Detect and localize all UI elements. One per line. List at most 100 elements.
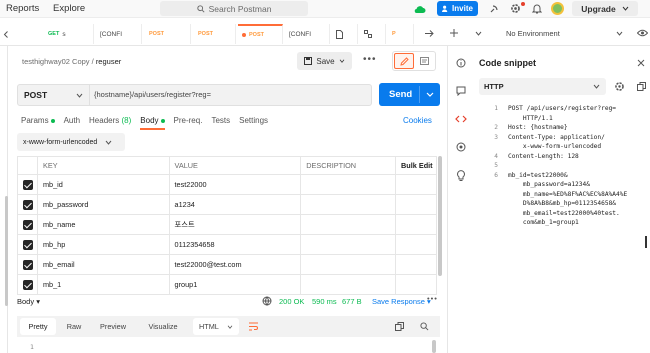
related-collections-icon[interactable]: [456, 142, 466, 152]
wrap-lines-icon[interactable]: [248, 321, 259, 332]
row-checkbox[interactable]: [23, 279, 33, 290]
description-cell[interactable]: [300, 254, 396, 275]
code-icon[interactable]: [455, 114, 467, 124]
tab-raw[interactable]: Raw: [59, 318, 89, 335]
response-body-selector[interactable]: Body ▾: [17, 297, 40, 306]
request-tab[interactable]: [CONFI: [285, 24, 330, 44]
edit-mode-button[interactable]: [394, 53, 414, 69]
tab-tests[interactable]: Tests: [211, 116, 230, 130]
table-scrollbar[interactable]: [438, 156, 442, 276]
save-label: Save: [316, 56, 335, 66]
row-spacer: [394, 194, 438, 215]
info-icon[interactable]: [456, 58, 466, 68]
description-cell[interactable]: [300, 214, 396, 235]
satellite-icon[interactable]: [489, 4, 499, 14]
response-size[interactable]: 677 B: [342, 297, 362, 306]
breadcrumb-collection[interactable]: testhighway02 Copy: [22, 57, 90, 66]
key-cell[interactable]: mb_hp: [36, 234, 170, 255]
tab-visualize[interactable]: Visualize: [139, 318, 187, 335]
tab-settings[interactable]: Settings: [239, 116, 268, 130]
send-button[interactable]: Send: [379, 83, 440, 106]
code-line: 4 Content-Length: 128: [473, 152, 627, 162]
table-row: mb_password a1234: [17, 194, 438, 215]
request-tab[interactable]: POST: [194, 24, 236, 44]
copy-icon[interactable]: [637, 82, 646, 91]
tab-prerequest[interactable]: Pre-req.: [174, 116, 203, 130]
eye-icon[interactable]: [637, 29, 648, 37]
arrow-right-icon[interactable]: [425, 30, 434, 37]
save-response-button[interactable]: Save Response ▾: [372, 297, 431, 306]
snippet-settings-icon[interactable]: [614, 81, 625, 92]
tab-body[interactable]: Body: [140, 116, 165, 130]
description-cell[interactable]: [300, 174, 396, 195]
nav-reports[interactable]: Reports: [6, 3, 39, 14]
globe-icon[interactable]: [262, 296, 272, 306]
row-checkbox[interactable]: [23, 179, 33, 190]
key-cell[interactable]: mb_id: [36, 174, 170, 195]
value-cell[interactable]: 포스트: [168, 214, 302, 235]
row-checkbox[interactable]: [23, 259, 33, 270]
more-options-icon[interactable]: •••: [363, 54, 377, 65]
more-options-icon[interactable]: •••: [427, 294, 438, 303]
invite-button[interactable]: Invite: [437, 1, 478, 16]
tab-preview[interactable]: Preview: [93, 318, 133, 335]
upgrade-button[interactable]: Upgrade: [572, 1, 638, 16]
row-checkbox[interactable]: [23, 239, 33, 250]
format-selector[interactable]: HTML: [193, 318, 239, 335]
bulk-edit-link[interactable]: Bulk Edit: [394, 156, 438, 175]
key-cell[interactable]: mb_name: [36, 214, 170, 235]
breadcrumb-request[interactable]: reguser: [96, 57, 121, 66]
chevron-down-icon[interactable]: [616, 31, 623, 36]
new-tab-plus-icon[interactable]: [450, 29, 458, 37]
request-tab[interactable]: P: [388, 24, 414, 44]
value-cell[interactable]: a1234: [168, 194, 302, 215]
response-time[interactable]: 590 ms: [312, 297, 337, 306]
tab-params[interactable]: Params: [21, 116, 55, 130]
left-scrollbar[interactable]: [5, 196, 8, 306]
key-cell[interactable]: mb_password: [36, 194, 170, 215]
environment-selector[interactable]: No Environment: [506, 29, 560, 38]
settings-gear-icon[interactable]: [510, 3, 521, 14]
language-selector[interactable]: HTTP: [479, 78, 606, 95]
close-icon[interactable]: [637, 59, 645, 67]
nav-explore[interactable]: Explore: [53, 3, 85, 14]
key-cell[interactable]: mb_email: [36, 254, 170, 275]
row-checkbox[interactable]: [23, 219, 33, 230]
save-button[interactable]: Save: [297, 52, 352, 70]
cookies-link[interactable]: Cookies: [403, 116, 432, 125]
request-tab[interactable]: [360, 24, 386, 44]
avatar[interactable]: [551, 2, 564, 15]
tab-pretty[interactable]: Pretty: [20, 318, 56, 335]
tab-auth[interactable]: Auth: [64, 116, 80, 130]
copy-icon[interactable]: [395, 322, 404, 331]
method-selector[interactable]: POST: [18, 85, 90, 105]
chevron-down-icon[interactable]: [475, 31, 482, 36]
request-tab[interactable]: GET s: [44, 24, 94, 44]
url-input[interactable]: {hostname}/api/users/register?reg=: [94, 90, 211, 99]
sync-cloud-icon[interactable]: [414, 4, 426, 14]
request-tab[interactable]: POST: [145, 24, 191, 44]
tab-headers[interactable]: Headers (8): [89, 116, 131, 130]
description-cell[interactable]: [300, 194, 396, 215]
lightbulb-icon[interactable]: [456, 170, 466, 181]
description-cell[interactable]: [300, 234, 396, 255]
top-bar: Reports Explore Search Postman Invite Up…: [0, 0, 650, 18]
row-checkbox[interactable]: [23, 199, 33, 210]
bell-icon[interactable]: [532, 3, 542, 14]
search-icon[interactable]: [420, 322, 429, 331]
request-tab-active[interactable]: POST: [238, 24, 283, 44]
code-block[interactable]: 1 POST /api/users/register?reg= HTTP/1.1 …: [473, 104, 627, 228]
value-cell[interactable]: test22000: [168, 174, 302, 195]
status-code[interactable]: 200 OK: [279, 297, 304, 306]
chevron-left-icon[interactable]: [3, 31, 9, 38]
value-cell[interactable]: 0112354658: [168, 234, 302, 255]
request-tab[interactable]: [332, 24, 358, 44]
documentation-icon[interactable]: [420, 57, 429, 65]
response-scrollbar[interactable]: [432, 340, 436, 353]
request-tab[interactable]: [CONFI: [96, 24, 142, 44]
comments-icon[interactable]: [456, 86, 466, 96]
body-type-selector[interactable]: x-www-form-urlencoded: [17, 133, 125, 151]
search-bar[interactable]: Search Postman: [160, 1, 308, 16]
chevron-down-icon[interactable]: [426, 92, 434, 97]
value-cell[interactable]: test22000@test.com: [168, 254, 302, 275]
